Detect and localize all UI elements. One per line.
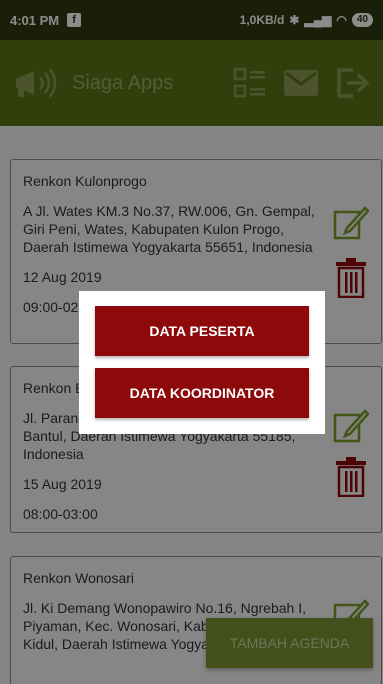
data-peserta-button[interactable]: DATA PESERTA	[95, 306, 309, 356]
data-koordinator-button[interactable]: DATA KOORDINATOR	[95, 368, 309, 418]
choice-dialog: DATA PESERTA DATA KOORDINATOR	[79, 291, 325, 434]
